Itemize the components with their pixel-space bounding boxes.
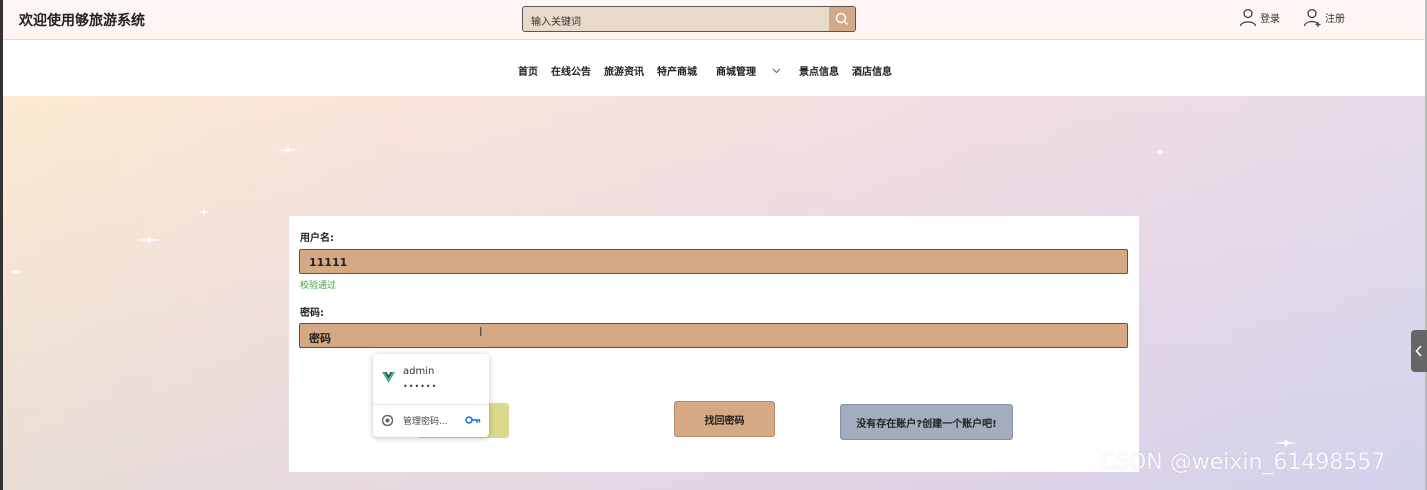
autofill-suggestion[interactable]: admin •••••• <box>373 354 489 404</box>
nav-item-specialty-mall[interactable]: 特产商城 <box>657 63 697 78</box>
header-login-link[interactable]: 登录 <box>1238 8 1280 27</box>
nav-item-mall-management[interactable]: 商城管理 <box>716 63 781 78</box>
popup-divider <box>373 404 489 405</box>
manage-passwords-link[interactable]: 管理密码... <box>403 414 448 427</box>
search-input[interactable]: 输入关键词 <box>522 6 856 32</box>
user-add-icon <box>1303 8 1321 27</box>
username-validation-status: 校验通过 <box>300 281 337 291</box>
chevron-down-icon <box>772 68 781 73</box>
password-value: 密码 <box>309 332 331 345</box>
sparkle-decoration <box>1273 439 1299 447</box>
username-value: 11111 <box>309 256 348 269</box>
autofill-password-mask: •••••• <box>403 382 438 391</box>
nav-item-home[interactable]: 首页 <box>518 63 538 78</box>
sparkle-decoration <box>275 146 301 154</box>
create-account-button[interactable]: 没有存在账户?创建一个账户吧! <box>840 404 1013 440</box>
nav-item-scenic-spots[interactable]: 景点信息 <box>799 63 839 78</box>
vue-logo-icon <box>382 372 395 383</box>
nav-item-mall-management-label: 商城管理 <box>716 67 756 78</box>
password-label: 密码: <box>300 308 324 319</box>
main-nav: 首页 在线公告 旅游资讯 特产商城 商城管理 景点信息 酒店信息 <box>3 41 1425 96</box>
login-link-label: 登录 <box>1260 13 1280 25</box>
forgot-password-button[interactable]: 找回密码 <box>674 401 775 437</box>
create-account-label: 没有存在账户?创建一个账户吧! <box>856 418 997 430</box>
nav-item-hotels[interactable]: 酒店信息 <box>852 63 892 78</box>
text-cursor-icon: I <box>479 325 483 339</box>
nav-item-travel-news[interactable]: 旅游资讯 <box>604 63 644 78</box>
header-register-link[interactable]: 注册 <box>1303 8 1345 27</box>
top-header: 欢迎使用够旅游系统 输入关键词 登录 注册 <box>3 0 1425 40</box>
password-autofill-popup: admin •••••• 管理密码... <box>373 354 489 437</box>
username-field[interactable]: 11111 <box>299 249 1128 274</box>
sparkle-decoration <box>199 207 209 217</box>
search-placeholder: 输入关键词 <box>531 17 581 28</box>
side-collapse-tab[interactable] <box>1411 330 1427 372</box>
register-link-label: 注册 <box>1325 13 1345 25</box>
key-icon <box>465 416 481 424</box>
site-title: 欢迎使用够旅游系统 <box>19 13 145 29</box>
password-field[interactable]: 密码 <box>299 323 1128 348</box>
autofill-username: admin <box>403 366 435 377</box>
sparkle-decoration <box>1155 148 1165 156</box>
chrome-icon <box>382 415 393 426</box>
forgot-password-label: 找回密码 <box>704 415 745 427</box>
username-label: 用户名: <box>300 233 334 244</box>
search-button[interactable] <box>829 7 855 31</box>
user-icon <box>1239 8 1257 27</box>
nav-item-announcements[interactable]: 在线公告 <box>551 63 591 78</box>
csdn-watermark: CSDN @weixin_61498557 <box>1100 450 1386 475</box>
sparkle-decoration <box>7 269 25 275</box>
sparkle-decoration <box>136 236 162 244</box>
chevron-left-icon <box>1415 345 1422 357</box>
search-icon <box>835 12 848 25</box>
